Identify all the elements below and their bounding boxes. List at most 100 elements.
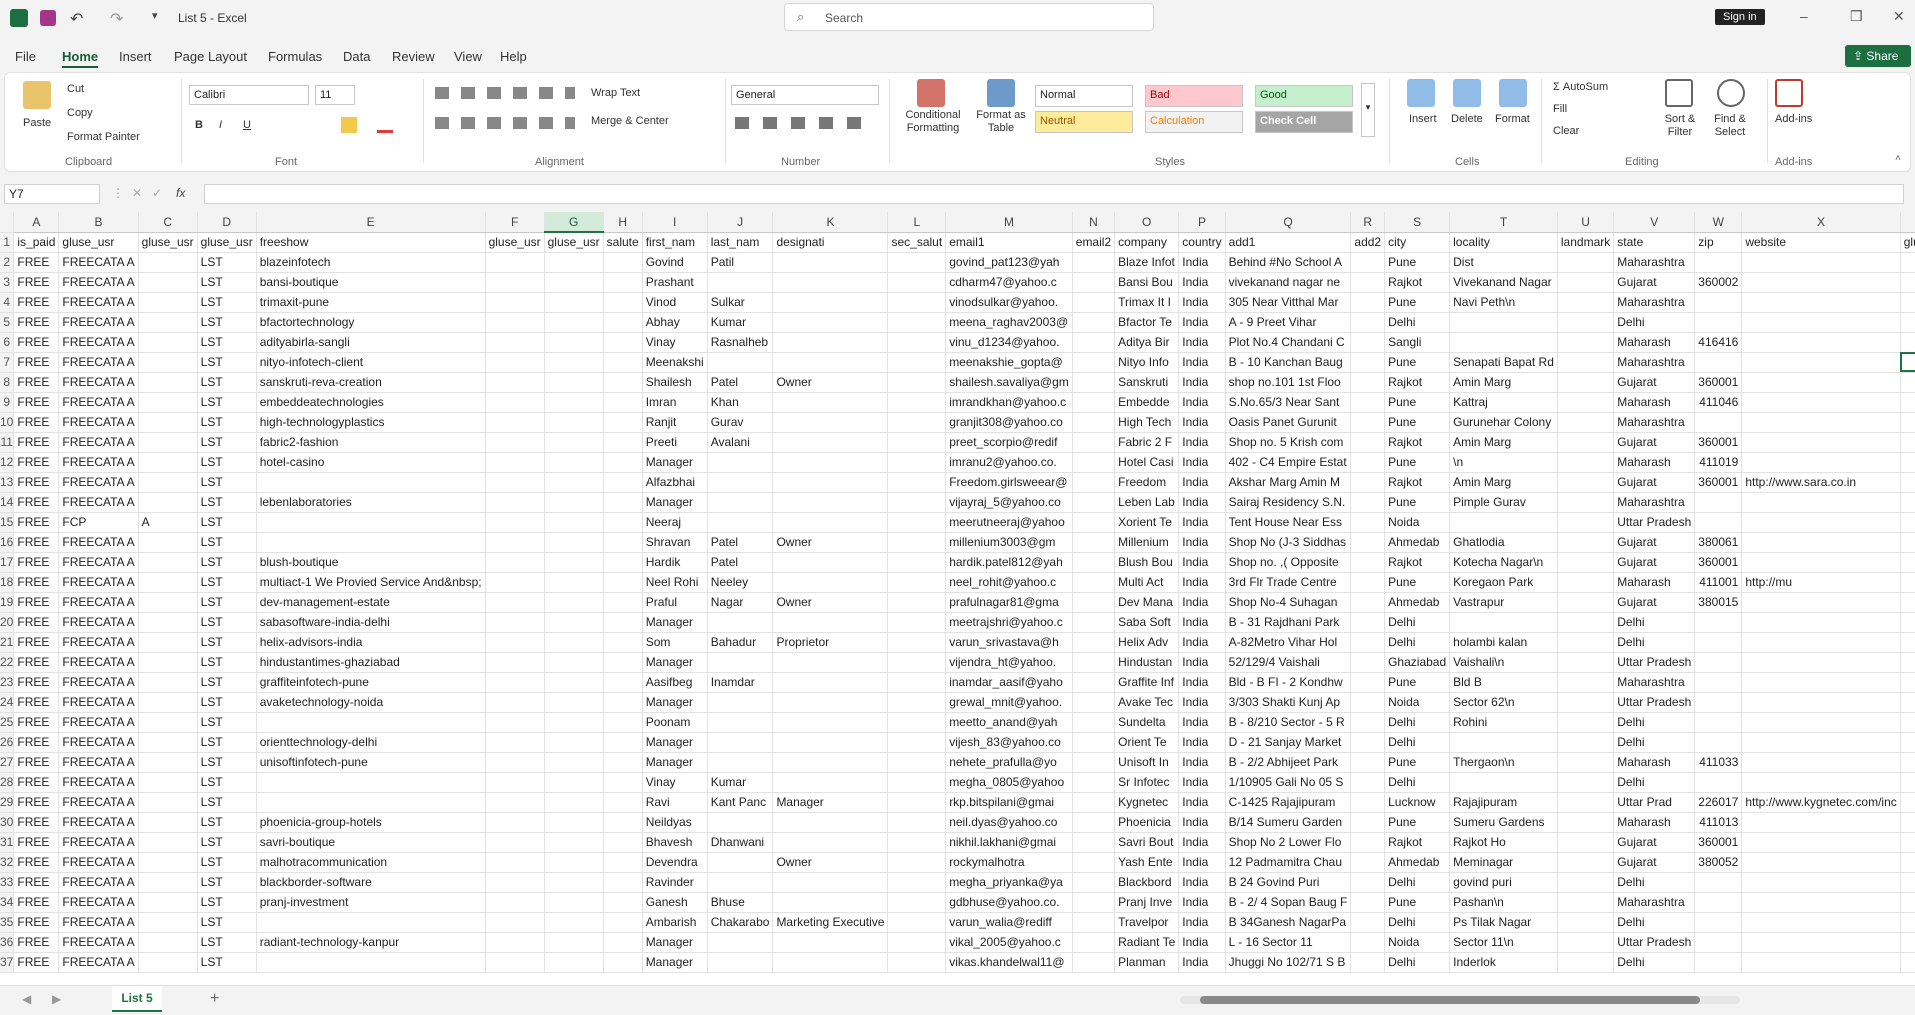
cell[interactable] [1900,932,1915,953]
cell[interactable]: FREECATA A [58,432,139,453]
cell[interactable] [1072,832,1116,853]
cell[interactable] [1557,692,1615,713]
cell[interactable]: 79 [1900,852,1915,873]
cell[interactable]: Gujarat [1613,372,1696,393]
column-header[interactable]: T [1449,212,1558,233]
cell[interactable] [1072,672,1116,693]
cell[interactable] [772,272,889,293]
cell[interactable] [1694,712,1743,733]
cell[interactable] [256,912,486,933]
cell[interactable] [1694,512,1743,533]
cell[interactable] [544,912,604,933]
cell[interactable]: Uttar Pradesh [1613,692,1696,713]
cell[interactable] [1557,772,1615,793]
cell[interactable]: first_nam [642,232,708,253]
cell[interactable]: Rajkot [1384,472,1451,493]
cell[interactable] [1741,452,1901,473]
cell[interactable]: Pune [1384,352,1451,373]
cell[interactable] [603,872,643,893]
cell[interactable]: Khan [707,392,774,413]
row-header[interactable]: 29 [0,792,15,813]
cell[interactable] [1741,912,1901,933]
cell[interactable] [1557,272,1615,293]
cell[interactable] [544,812,604,833]
cell[interactable]: Bansi Bou [1114,272,1180,293]
cell[interactable] [544,332,604,353]
cell[interactable] [887,732,947,753]
cell[interactable] [1072,912,1116,933]
cell[interactable]: India [1178,372,1226,393]
cell[interactable] [485,392,545,413]
cell[interactable]: FREE [13,752,60,773]
cell[interactable] [138,352,198,373]
row-header[interactable]: 3 [0,272,15,293]
cell[interactable] [1741,512,1901,533]
cell[interactable]: Ahmedab [1384,532,1451,553]
horizontal-scrollbar[interactable] [1180,996,1740,1004]
cell[interactable] [1694,872,1743,893]
cell[interactable] [887,612,947,633]
cell[interactable] [772,452,889,473]
cell[interactable]: Akshar Marg Amin M [1225,472,1352,493]
cell[interactable]: Trimax It I [1114,292,1180,313]
cell[interactable]: vijayraj_5@yahoo.co [945,492,1073,513]
cell[interactable] [1449,312,1558,333]
cell[interactable]: FREE [13,932,60,953]
cell[interactable] [485,612,545,633]
cell[interactable]: Manager [642,952,708,973]
cell[interactable] [603,572,643,593]
cell[interactable] [485,652,545,673]
cell[interactable] [887,312,947,333]
cell[interactable]: Gujarat [1613,852,1696,873]
cell[interactable] [138,672,198,693]
row-header[interactable]: 26 [0,732,15,753]
cell[interactable]: LST [197,672,257,693]
cell[interactable]: Bhavesh [642,832,708,853]
cell[interactable]: India [1178,912,1226,933]
cell[interactable]: Helix Adv [1114,632,1180,653]
cell[interactable]: Devendra [642,852,708,873]
cell[interactable] [707,492,774,513]
cell[interactable] [1449,332,1558,353]
cell[interactable] [887,592,947,613]
cell[interactable]: LST [197,332,257,353]
cell[interactable] [887,632,947,653]
cell[interactable]: Sanskruti [1114,372,1180,393]
cell[interactable] [1694,912,1743,933]
cell[interactable]: add1 [1225,232,1352,253]
cell[interactable] [1557,292,1615,313]
cell[interactable] [1350,852,1386,873]
cell[interactable] [1900,412,1915,433]
cell[interactable]: 52/129/4 Vaishali [1225,652,1352,673]
cell[interactable]: Aasifbeg [642,672,708,693]
cell[interactable] [603,632,643,653]
cell[interactable] [138,472,198,493]
row-header[interactable]: 7 [0,352,15,373]
cell[interactable]: LST [197,592,257,613]
cell[interactable] [1741,812,1901,833]
column-header[interactable]: K [772,212,889,233]
add-ins-icon[interactable] [1775,79,1803,107]
cell[interactable] [1557,632,1615,653]
format-as-table-button[interactable]: Format as Table [971,109,1031,135]
enter-icon[interactable]: ✓ [152,186,162,200]
row-header[interactable]: 28 [0,772,15,793]
cell[interactable] [1072,312,1116,333]
cell[interactable]: Neeley [707,572,774,593]
cell[interactable]: FREECATA A [58,452,139,473]
cell[interactable] [1350,732,1386,753]
cell[interactable] [138,292,198,313]
cell[interactable]: Neeraj [642,512,708,533]
cell[interactable]: Sumeru Gardens [1449,812,1558,833]
style-check-cell[interactable]: Check Cell [1255,111,1353,133]
cell[interactable] [772,292,889,313]
underline-button[interactable]: U [243,119,251,131]
cell[interactable]: Shop no. ,( Opposite [1225,552,1352,573]
cell[interactable] [772,932,889,953]
cell[interactable]: Rajkot [1384,432,1451,453]
column-header[interactable]: X [1741,212,1901,233]
cell[interactable]: Manager [642,732,708,753]
cell[interactable]: Inderlok [1449,952,1558,973]
cell[interactable]: Imran [642,392,708,413]
cell[interactable]: 380061 [1694,532,1743,553]
